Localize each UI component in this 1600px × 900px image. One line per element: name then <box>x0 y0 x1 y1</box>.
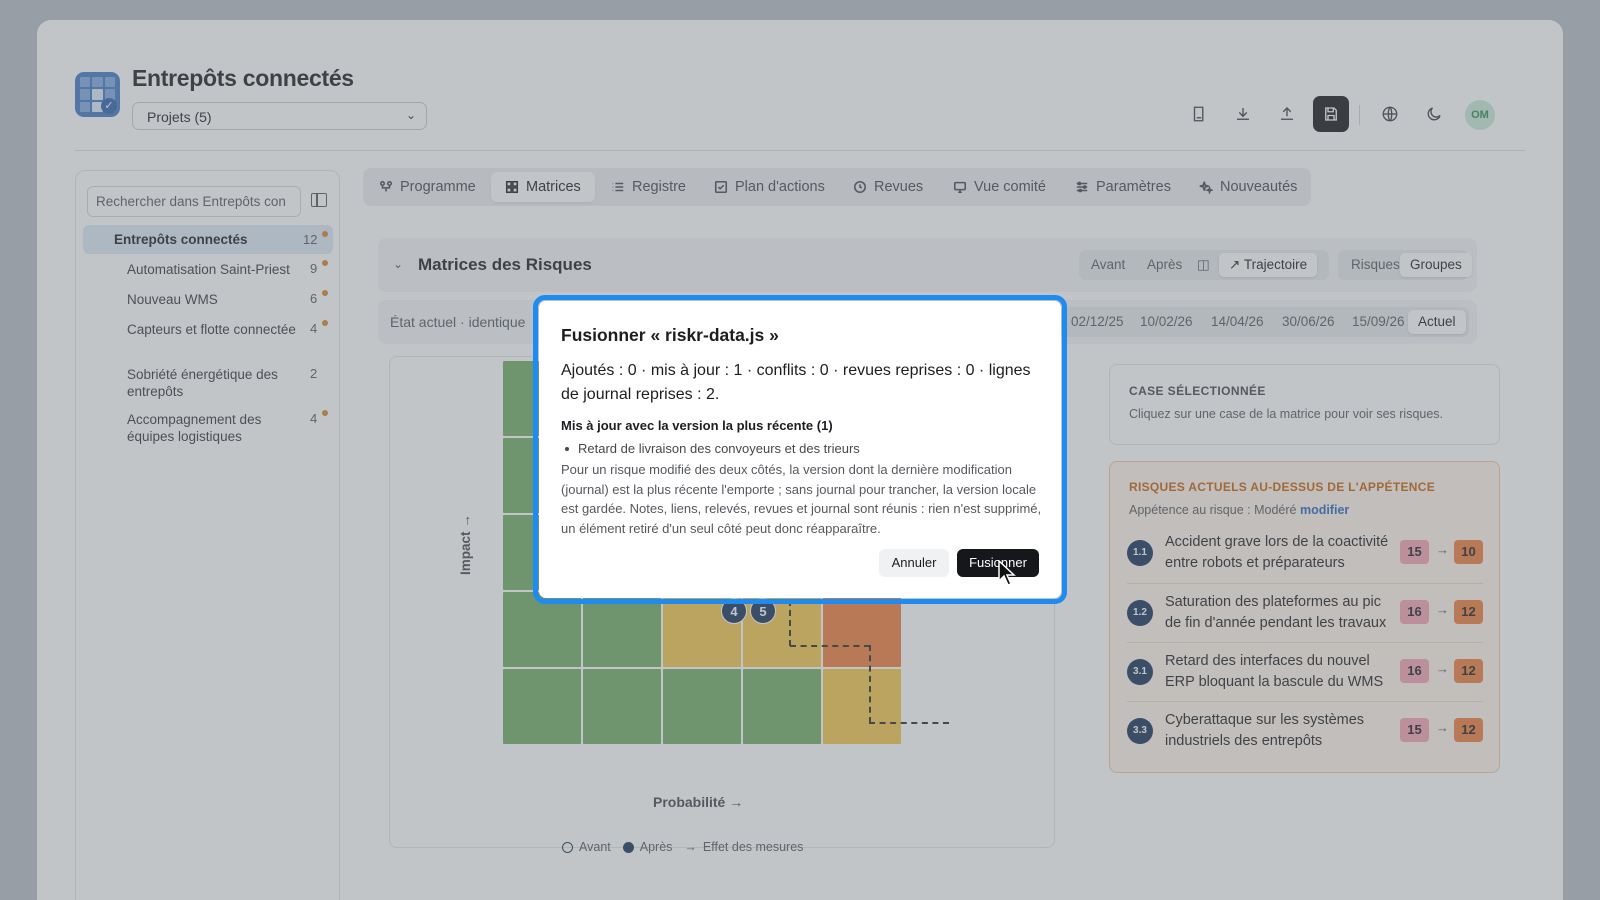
cancel-button[interactable]: Annuler <box>879 549 949 577</box>
mouse-cursor-icon <box>998 560 1016 586</box>
merge-dialog: Fusionner « riskr-data.js » Ajoutés : 0 … <box>539 301 1061 598</box>
dialog-title: Fusionner « riskr-data.js » <box>561 325 779 345</box>
updated-item: Retard de livraison des convoyeurs et de… <box>565 441 860 456</box>
updated-heading: Mis à jour avec la version la plus récen… <box>561 418 833 433</box>
dialog-summary: Ajoutés : 0 · mis à jour : 1 · conflits … <box>561 362 1031 403</box>
dialog-note: Pour un risque modifié des deux côtés, l… <box>561 462 1042 536</box>
